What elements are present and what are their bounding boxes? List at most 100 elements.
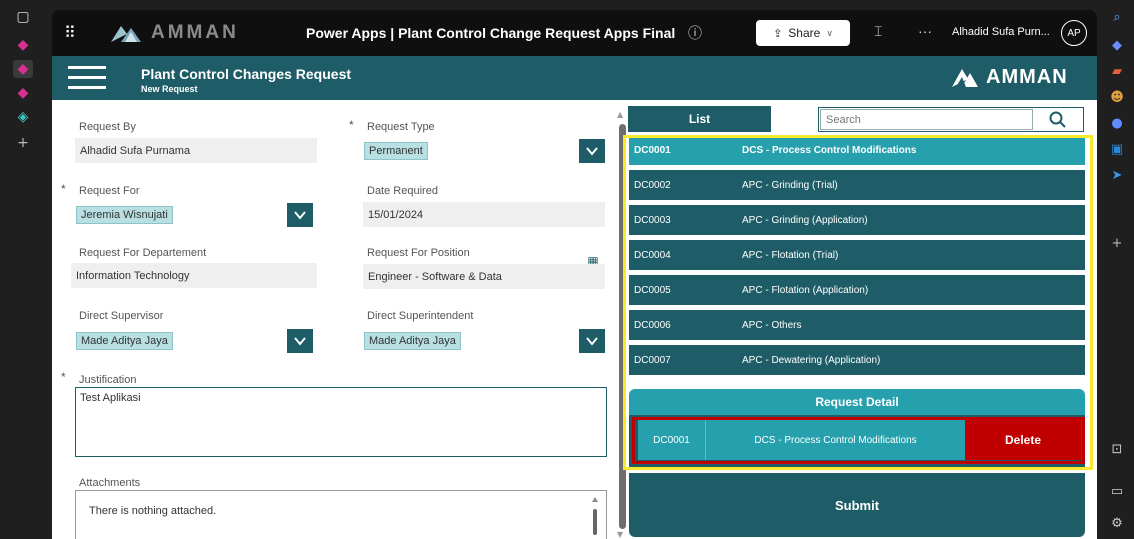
share-label: Share — [788, 26, 821, 40]
direct-supervisor-label: Direct Supervisor — [79, 310, 164, 322]
page-title: Plant Control Changes Request — [141, 66, 352, 82]
info-icon[interactable]: ⓘ — [688, 23, 702, 43]
attachments-label: Attachments — [79, 477, 141, 489]
request-by-field: Alhadid Sufa Purnama — [75, 138, 317, 163]
chevron-down-icon[interactable] — [579, 329, 605, 353]
direct-superintendent-dropdown[interactable]: Made Aditya Jaya — [363, 329, 605, 353]
scroll-down-icon[interactable]: ▼ — [617, 530, 623, 539]
justification-label: Justification — [79, 374, 137, 386]
direct-supervisor-dropdown[interactable]: Made Aditya Jaya — [75, 329, 317, 353]
request-type-dropdown[interactable]: Permanent — [363, 139, 605, 163]
page-subtitle: New Request — [141, 84, 198, 94]
screen-icon[interactable]: ⊡ — [1108, 440, 1126, 458]
share-button[interactable]: ⇪ Share ∨ — [756, 20, 850, 46]
powerapps-icon[interactable]: ◆ — [13, 84, 33, 102]
chevron-down-icon[interactable] — [579, 139, 605, 163]
fit-to-window-icon[interactable]: ⌶ — [874, 23, 882, 40]
request-for-dropdown[interactable]: Jeremia Wisnujati — [75, 203, 317, 227]
search-icon[interactable] — [1041, 109, 1075, 130]
header-brand: AMMAN — [986, 65, 1068, 88]
app-canvas: Plant Control Changes Request New Reques… — [52, 56, 1097, 539]
avatar[interactable]: AP — [1061, 20, 1087, 46]
list-item-code: DC0001 — [634, 145, 671, 156]
required-marker: * — [349, 118, 354, 132]
list-item[interactable]: DC0001 DCS - Process Control Modificatio… — [629, 135, 1085, 167]
detail-code: DC0001 — [638, 420, 706, 460]
list-item[interactable]: DC0003 APC - Grinding (Application) — [629, 205, 1085, 237]
tab-list[interactable]: List — [628, 106, 771, 132]
list-item[interactable]: DC0005 APC - Flotation (Application) — [629, 275, 1085, 307]
amman-logo-icon — [111, 26, 141, 42]
list-item[interactable]: DC0007 APC - Dewatering (Application) — [629, 345, 1085, 377]
request-detail-row[interactable]: DC0001 DCS - Process Control Modificatio… — [638, 420, 1081, 460]
submit-button[interactable]: Submit — [629, 473, 1085, 537]
topbar-brand: AMMAN — [151, 22, 239, 43]
request-type-chip[interactable]: Permanent — [364, 142, 428, 160]
powerapps-icon[interactable]: ◆ — [13, 36, 33, 54]
gem-icon[interactable]: ◆ — [1108, 36, 1126, 54]
list-item-desc: APC - Flotation (Application) — [742, 285, 869, 296]
chevron-down-icon[interactable] — [287, 203, 313, 227]
browser-left-rail: ▢ ◆ ◆ ◆ ◈ + — [0, 0, 46, 539]
required-marker: * — [61, 370, 66, 384]
list-item-code: DC0006 — [634, 320, 671, 331]
direct-superintendent-chip[interactable]: Made Aditya Jaya — [364, 332, 461, 350]
delete-button[interactable]: Delete — [965, 420, 1081, 460]
request-for-position-field: Engineer - Software & Data — [363, 264, 605, 289]
list-item-desc: APC - Grinding (Application) — [742, 215, 868, 226]
justification-textarea[interactable]: Test Aplikasi — [75, 387, 607, 457]
list-item-code: DC0007 — [634, 355, 671, 366]
user-name[interactable]: Alhadid Sufa Purn... — [952, 26, 1050, 38]
scroll-up-icon[interactable]: ▲ — [617, 110, 623, 119]
request-type-label: Request Type — [367, 121, 435, 133]
required-marker: * — [61, 182, 66, 196]
outlook-icon[interactable]: ▣ — [1108, 140, 1126, 158]
copilot-icon[interactable]: ● — [1108, 114, 1126, 132]
search-input[interactable] — [820, 109, 1033, 130]
copilot-icon[interactable]: ◈ — [13, 108, 33, 126]
hamburger-menu-icon[interactable] — [68, 66, 106, 90]
request-by-label: Request By — [79, 121, 136, 133]
chevron-down-icon[interactable] — [287, 329, 313, 353]
search-icon[interactable]: ⌕ — [1108, 8, 1126, 26]
powerapps-icon[interactable]: ◆ — [13, 60, 33, 78]
request-for-label: Request For — [79, 185, 140, 197]
sidebar-toggle-icon[interactable]: ▢ — [13, 8, 33, 26]
more-options-icon[interactable]: ··· — [918, 23, 932, 39]
plus-icon[interactable]: + — [13, 134, 33, 152]
list-item-desc: DCS - Process Control Modifications — [742, 145, 917, 156]
attachments-box[interactable]: There is nothing attached. — [75, 490, 607, 539]
scrollbar-thumb[interactable] — [619, 124, 626, 529]
briefcase-icon[interactable]: ▰ — [1108, 62, 1126, 80]
app-launcher-icon[interactable]: ⠿ — [64, 23, 76, 42]
list-item-code: DC0005 — [634, 285, 671, 296]
form-scrollbar[interactable]: ▲ ▼ — [617, 110, 627, 539]
people-icon[interactable]: ☻ — [1108, 88, 1126, 106]
attachments-scrollbar[interactable] — [592, 497, 598, 539]
panel-icon[interactable]: ▭ — [1108, 482, 1126, 500]
list-item-code: DC0003 — [634, 215, 671, 226]
browser-right-rail: ⌕ ◆ ▰ ☻ ● ▣ ➤ + ⊡ ▭ ⚙ — [1100, 0, 1134, 539]
search-box — [818, 107, 1084, 132]
send-icon[interactable]: ➤ — [1108, 166, 1126, 184]
list-item-desc: APC - Dewatering (Application) — [742, 355, 881, 366]
settings-icon[interactable]: ⚙ — [1108, 514, 1126, 532]
amman-logo-icon — [952, 69, 978, 87]
direct-supervisor-chip[interactable]: Made Aditya Jaya — [76, 332, 173, 350]
list-item[interactable]: DC0004 APC - Flotation (Trial) — [629, 240, 1085, 272]
date-required-field[interactable]: 15/01/2024 — [363, 202, 605, 227]
list-item-desc: APC - Flotation (Trial) — [742, 250, 839, 261]
app-window: ⠿ AMMAN Power Apps | Plant Control Chang… — [52, 10, 1097, 539]
date-required-label: Date Required — [367, 185, 438, 197]
app-title: Power Apps | Plant Control Change Reques… — [306, 25, 676, 41]
list-item[interactable]: DC0006 APC - Others — [629, 310, 1085, 342]
list-item[interactable]: DC0002 APC - Grinding (Trial) — [629, 170, 1085, 202]
powerapps-topbar: ⠿ AMMAN Power Apps | Plant Control Chang… — [52, 10, 1097, 56]
request-for-chip[interactable]: Jeremia Wisnujati — [76, 206, 173, 224]
attachments-empty-text: There is nothing attached. — [89, 505, 217, 517]
request-for-department-label: Request For Departement — [79, 247, 207, 259]
list-item-code: DC0002 — [634, 180, 671, 191]
list-item-desc: APC - Others — [742, 320, 802, 331]
request-detail-header: Request Detail — [629, 389, 1085, 415]
plus-icon[interactable]: + — [1108, 234, 1126, 252]
